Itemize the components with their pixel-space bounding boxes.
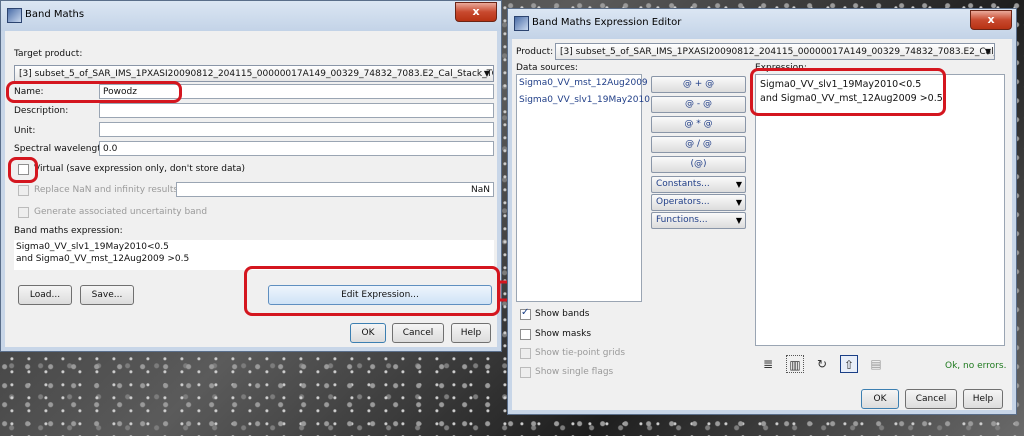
product-label: Product: <box>516 47 554 57</box>
chevron-down-icon: ▼ <box>735 180 742 189</box>
show-masks-label: Show masks <box>535 329 592 339</box>
undo-icon[interactable]: ↻ <box>813 355 831 373</box>
operator-parentheses-button[interactable]: (@) <box>651 156 746 173</box>
operators-menu[interactable]: Operators... ▼ <box>651 194 746 211</box>
expression-highlight <box>750 68 946 116</box>
target-product-label: Target product: <box>14 49 83 59</box>
operators-label: Operators... <box>656 197 710 207</box>
app-icon <box>7 8 22 23</box>
operator-multiply-button[interactable]: @ * @ <box>651 116 746 133</box>
edit-expression-highlight <box>244 266 500 316</box>
unit-label: Unit: <box>14 126 36 136</box>
status-text: Ok, no errors. <box>945 361 1007 371</box>
constants-label: Constants... <box>656 179 710 189</box>
description-label: Description: <box>14 106 69 116</box>
operator-subtract-button[interactable]: @ - @ <box>651 96 746 113</box>
replace-nan-checkbox[interactable] <box>18 185 29 196</box>
replace-nan-label: Replace NaN and infinity results by <box>34 185 192 195</box>
show-bands-checkbox[interactable]: ✓ <box>520 307 531 320</box>
checkmark-icon: ✓ <box>521 307 530 318</box>
show-flags-label: Show single flags <box>535 367 614 377</box>
load-button[interactable]: Load... <box>18 285 72 305</box>
help-button[interactable]: Help <box>963 389 1003 409</box>
history-icon[interactable]: ≣ <box>759 355 777 373</box>
window-title: Band Maths <box>25 9 85 20</box>
replace-nan-field[interactable]: NaN <box>176 182 494 197</box>
operator-add-button[interactable]: @ + @ <box>651 76 746 93</box>
replace-nan-value: NaN <box>471 185 490 195</box>
expression-line-2: and Sigma0_VV_mst_12Aug2009 >0.5 <box>16 254 190 264</box>
chevron-down-icon: ▼ <box>735 198 742 207</box>
open-icon[interactable]: ⇧ <box>840 355 858 373</box>
app-icon <box>514 16 529 31</box>
close-button[interactable]: x <box>970 10 1012 30</box>
select-icon[interactable]: ▥ <box>786 355 804 373</box>
constants-menu[interactable]: Constants... ▼ <box>651 176 746 193</box>
cancel-button[interactable]: Cancel <box>392 323 444 343</box>
show-masks-checkbox[interactable] <box>520 329 531 340</box>
product-select[interactable]: [3] subset_5_of_SAR_IMS_1PXASI20090812_2… <box>555 43 995 60</box>
functions-menu[interactable]: Functions... ▼ <box>651 212 746 229</box>
expression-line-1: Sigma0_VV_slv1_19May2010<0.5 <box>16 242 169 252</box>
expression-label: Band maths expression: <box>14 226 123 236</box>
chevron-down-icon: ▼ <box>483 69 490 78</box>
product-value: [3] subset_5_of_SAR_IMS_1PXASI20090812_2… <box>560 47 995 57</box>
chevron-down-icon: ▼ <box>735 216 742 225</box>
functions-label: Functions... <box>656 215 708 225</box>
help-button[interactable]: Help <box>451 323 491 343</box>
close-button[interactable]: x <box>455 2 497 22</box>
title-bar[interactable]: Band Maths x <box>1 1 501 31</box>
data-sources-list[interactable]: Sigma0_VV_mst_12Aug2009 Sigma0_VV_slv1_1… <box>516 74 650 302</box>
spectral-wavelength-field[interactable]: 0.0 <box>99 141 494 156</box>
name-highlight <box>6 81 182 103</box>
list-item[interactable]: Sigma0_VV_slv1_19May2010 <box>519 95 650 105</box>
chevron-down-icon: ▼ <box>984 47 991 56</box>
show-flags-checkbox[interactable] <box>520 367 531 378</box>
target-product-select[interactable]: [3] subset_5_of_SAR_IMS_1PXASI20090812_2… <box>14 65 494 82</box>
show-tiepoint-checkbox[interactable] <box>520 348 531 359</box>
show-bands-label: Show bands <box>535 309 590 319</box>
operator-divide-button[interactable]: @ / @ <box>651 136 746 153</box>
cancel-button[interactable]: Cancel <box>905 389 957 409</box>
save-button[interactable]: Save... <box>80 285 134 305</box>
list-item[interactable]: Sigma0_VV_mst_12Aug2009 <box>519 78 648 88</box>
uncertainty-label: Generate associated uncertainty band <box>34 207 208 217</box>
show-tiepoint-label: Show tie-point grids <box>535 348 626 358</box>
spectral-wavelength-label: Spectral wavelength: <box>14 144 110 154</box>
title-bar[interactable]: Band Maths Expression Editor x <box>508 9 1016 39</box>
unit-field[interactable] <box>99 122 494 137</box>
ok-button[interactable]: OK <box>861 389 899 409</box>
window-title: Band Maths Expression Editor <box>532 17 682 28</box>
virtual-highlight <box>8 157 38 183</box>
ok-button[interactable]: OK <box>350 323 386 343</box>
data-sources-label: Data sources: <box>516 63 578 73</box>
virtual-label: Virtual (save expression only, don't sto… <box>34 164 246 174</box>
save-icon[interactable]: ▤ <box>867 355 885 373</box>
uncertainty-checkbox[interactable] <box>18 207 29 218</box>
description-field[interactable] <box>99 103 494 118</box>
target-product-value: [3] subset_5_of_SAR_IMS_1PXASI20090812_2… <box>19 69 494 79</box>
